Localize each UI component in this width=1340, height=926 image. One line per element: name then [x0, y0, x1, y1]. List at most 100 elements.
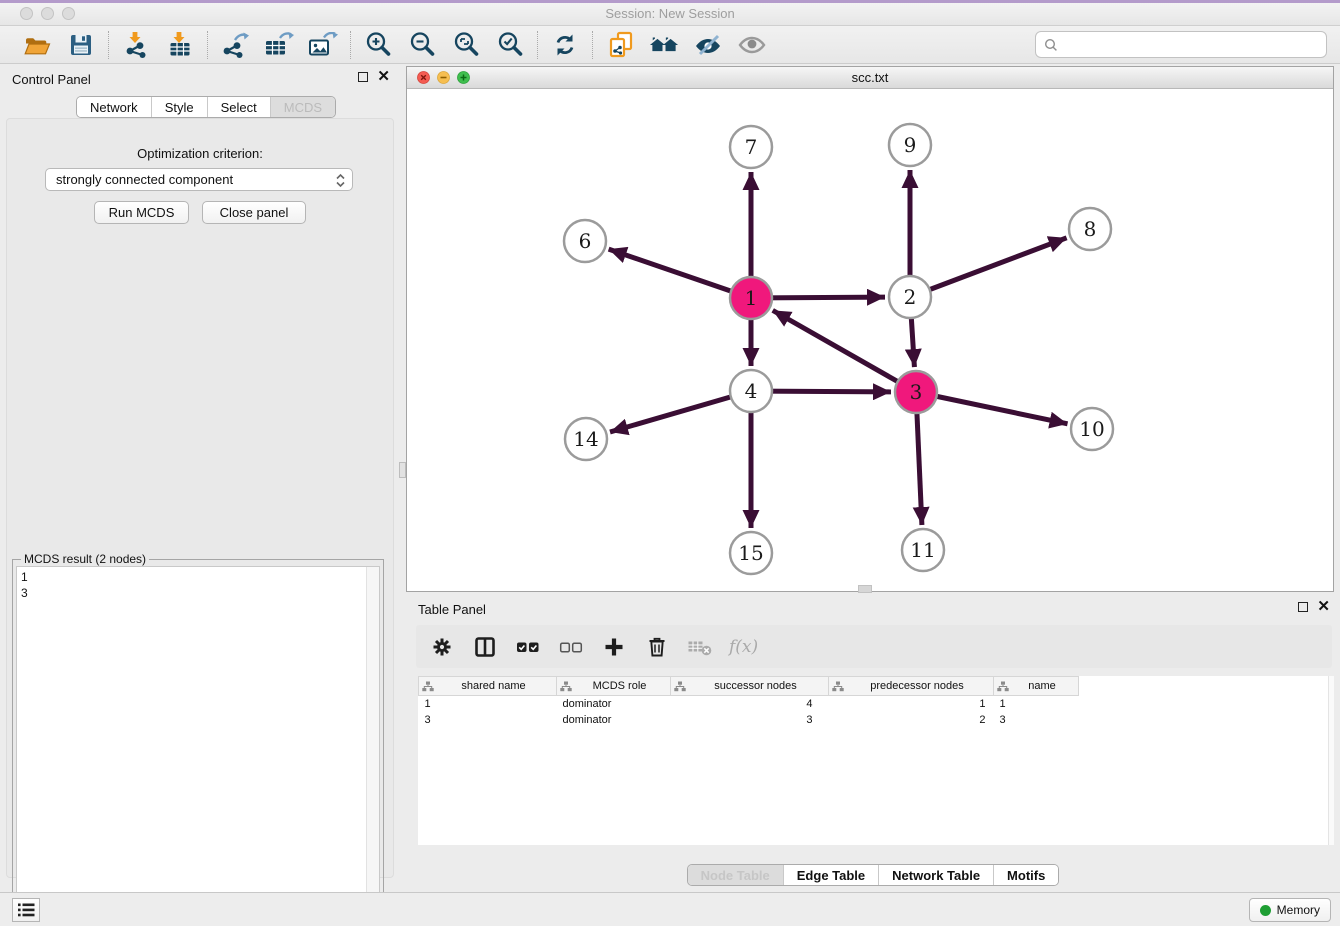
tab-select[interactable]: Select	[208, 97, 271, 117]
column-header-MCDS-role[interactable]: MCDS role	[557, 677, 671, 696]
refresh-icon[interactable]	[550, 30, 580, 60]
export-network-icon[interactable]	[220, 30, 250, 60]
graph-node-11[interactable]: 11	[902, 529, 944, 571]
graph-node-label: 2	[904, 285, 917, 309]
columns-icon[interactable]	[471, 633, 499, 661]
column-header-predecessor-nodes[interactable]: predecessor nodes	[829, 677, 994, 696]
graph-node-label: 1	[745, 286, 758, 310]
delete-table-icon[interactable]	[686, 633, 714, 661]
graph-edge-1-6[interactable]	[609, 249, 751, 298]
tab-mcds[interactable]: MCDS	[271, 97, 335, 117]
optimization-criterion-label: Optimization criterion:	[0, 146, 400, 161]
deselect-checks-icon[interactable]	[557, 633, 585, 661]
column-type-icon	[422, 681, 434, 692]
column-header-successor-nodes[interactable]: successor nodes	[671, 677, 829, 696]
table-cell[interactable]: dominator	[557, 696, 671, 712]
zoom-fit-icon[interactable]	[451, 30, 481, 60]
float-panel-icon[interactable]	[358, 72, 368, 82]
zoom-selected-icon[interactable]	[495, 30, 525, 60]
tab-edge-table[interactable]: Edge Table	[784, 865, 879, 885]
graph-edge-3-10[interactable]	[916, 392, 1068, 424]
column-header-shared-name[interactable]: shared name	[419, 677, 557, 696]
run-mcds-button[interactable]: Run MCDS	[94, 201, 189, 224]
graph-node-9[interactable]: 9	[889, 124, 931, 166]
optimization-criterion-select[interactable]: strongly connected component	[45, 168, 353, 191]
graph-node-2[interactable]: 2	[889, 276, 931, 318]
save-icon[interactable]	[66, 30, 96, 60]
graph-node-15[interactable]: 15	[730, 532, 772, 574]
settings-icon[interactable]	[428, 633, 456, 661]
network-canvas[interactable]: 7 9 6 8 1 2 4 3 14 10 15 11	[407, 89, 1333, 591]
close-table-panel-icon[interactable]: ✕	[1317, 601, 1330, 613]
memory-button[interactable]: Memory	[1249, 898, 1331, 922]
select-all-checks-icon[interactable]	[514, 633, 542, 661]
control-panel: Control Panel ✕ NetworkStyleSelectMCDS O…	[0, 64, 400, 892]
table-cell[interactable]: dominator	[557, 712, 671, 728]
tab-node-table[interactable]: Node Table	[688, 865, 784, 885]
zoom-in-icon[interactable]	[363, 30, 393, 60]
hide-eye-icon[interactable]	[693, 30, 723, 60]
import-table-icon[interactable]	[165, 30, 195, 60]
control-panel-header: Control Panel ✕	[0, 64, 400, 94]
graph-edge-2-8[interactable]	[910, 238, 1067, 297]
graph-node-14[interactable]: 14	[565, 418, 607, 460]
graph-node-8[interactable]: 8	[1069, 208, 1111, 250]
window-titlebar[interactable]: Session: New Session	[0, 3, 1340, 26]
graph-node-6[interactable]: 6	[564, 220, 606, 262]
table-cell[interactable]: 4	[671, 696, 829, 712]
result-scrollbar[interactable]	[366, 567, 379, 926]
clone-network-icon[interactable]	[605, 30, 635, 60]
float-table-panel-icon[interactable]	[1298, 602, 1308, 612]
show-eye-icon[interactable]	[737, 30, 767, 60]
horizontal-splitter-grip[interactable]	[858, 585, 872, 593]
mcds-result-textarea[interactable]: 13	[16, 566, 380, 926]
zoom-out-icon[interactable]	[407, 30, 437, 60]
dropdown-stepper-icon	[335, 173, 346, 188]
graph-node-label: 9	[904, 133, 917, 157]
table-cell[interactable]: 3	[671, 712, 829, 728]
table-tab-group: Node TableEdge TableNetwork TableMotifs	[687, 864, 1060, 886]
graph-node-4[interactable]: 4	[730, 370, 772, 412]
graph-node-7[interactable]: 7	[730, 126, 772, 168]
tab-style[interactable]: Style	[152, 97, 208, 117]
add-row-icon[interactable]	[600, 633, 628, 661]
delete-row-icon[interactable]	[643, 633, 671, 661]
control-panel-tabs: NetworkStyleSelectMCDS	[76, 96, 336, 118]
toolbar-group	[351, 30, 537, 60]
table-cell[interactable]: 1	[994, 696, 1079, 712]
close-panel-button[interactable]: Close panel	[202, 201, 306, 224]
graph-node-1[interactable]: 1	[730, 277, 772, 319]
graph-node-label: 15	[738, 541, 763, 565]
task-history-button[interactable]	[12, 898, 40, 922]
network-window-title: scc.txt	[407, 70, 1333, 85]
export-table-icon[interactable]	[264, 30, 294, 60]
table-vertical-scrollbar[interactable]	[1328, 676, 1334, 845]
import-network-icon[interactable]	[121, 30, 151, 60]
open-folder-icon[interactable]	[22, 30, 52, 60]
tab-network[interactable]: Network	[77, 97, 152, 117]
search-box[interactable]	[1035, 31, 1327, 58]
close-panel-icon[interactable]: ✕	[377, 71, 390, 83]
table-cell[interactable]: 3	[419, 712, 557, 728]
search-input[interactable]	[1064, 36, 1318, 53]
column-label: successor nodes	[686, 680, 825, 692]
vertical-splitter-grip[interactable]	[399, 462, 406, 478]
tab-network-table[interactable]: Network Table	[879, 865, 994, 885]
home-pair-icon[interactable]	[649, 30, 679, 60]
table-cell[interactable]: 3	[994, 712, 1079, 728]
graph-node-label: 4	[745, 379, 758, 403]
table-cell[interactable]: 1	[829, 696, 994, 712]
tab-motifs[interactable]: Motifs	[994, 865, 1058, 885]
table-row[interactable]: 1dominator411	[419, 696, 1079, 712]
network-window-titlebar[interactable]: scc.txt	[407, 67, 1333, 89]
graph-node-3[interactable]: 3	[895, 371, 937, 413]
table-row[interactable]: 3dominator323	[419, 712, 1079, 728]
export-image-icon[interactable]	[308, 30, 338, 60]
table-cell[interactable]: 1	[419, 696, 557, 712]
column-type-icon	[832, 681, 844, 692]
column-header-name[interactable]: name	[994, 677, 1079, 696]
table-cell[interactable]: 2	[829, 712, 994, 728]
graph-node-10[interactable]: 10	[1071, 408, 1113, 450]
column-type-icon	[997, 681, 1009, 692]
graph-edge-3-1[interactable]	[773, 310, 916, 392]
